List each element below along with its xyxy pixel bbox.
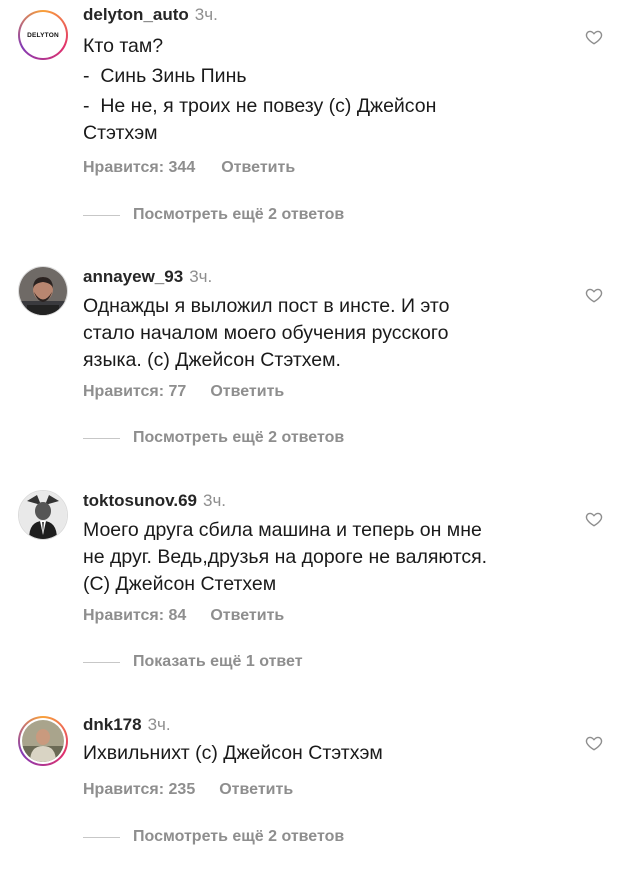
divider-line [83, 661, 120, 663]
heart-icon[interactable] [585, 734, 603, 752]
comment-line: стало началом моего обучения русского [83, 322, 449, 344]
avatar[interactable] [18, 490, 68, 540]
comment-line: (С) Джейсон Стетхем [83, 573, 277, 595]
timestamp: 3ч. [189, 267, 213, 286]
comment-line: Однажды я выложил пост в инсте. И это [83, 295, 450, 317]
comment-actions: Нравится: 235 Ответить [83, 781, 293, 799]
heart-icon[interactable] [585, 28, 603, 46]
username[interactable]: dnk178 [83, 715, 142, 734]
timestamp: 3ч. [147, 715, 171, 734]
avatar-logo-text: DELYTON [27, 31, 59, 39]
username[interactable]: toktosunov.69 [83, 491, 197, 510]
likes-count[interactable]: Нравится: 84 [83, 607, 186, 625]
comment-line: языка. (с) Джейсон Стэтхем. [83, 349, 341, 371]
comment-actions: Нравится: 84 Ответить [83, 607, 284, 625]
avatar-photo [19, 491, 67, 539]
view-replies-button[interactable]: Посмотреть ещё 2 ответов [83, 828, 344, 846]
avatar-photo [19, 267, 67, 315]
likes-count[interactable]: Нравится: 77 [83, 383, 186, 401]
reply-button[interactable]: Ответить [210, 383, 284, 401]
heart-icon[interactable] [585, 510, 603, 528]
comment-line: Ихвильнихт (с) Джейсон Стэтхэм [83, 742, 383, 764]
comment-line: не друг. Ведь,друзья на дороге не валяют… [83, 546, 488, 568]
comment-text: Кто там? - Синь Зинь Пинь - Не не, я тро… [83, 33, 553, 147]
username[interactable]: delyton_auto [83, 5, 189, 24]
view-replies-button[interactable]: Показать ещё 1 ответ [83, 653, 303, 671]
comment-line: Моего друга сбила машина и теперь он мне [83, 519, 482, 541]
likes-count[interactable]: Нравится: 235 [83, 781, 195, 799]
comment-actions: Нравится: 344 Ответить [83, 159, 295, 177]
view-replies-label: Посмотреть ещё 2 ответов [133, 429, 345, 446]
avatar[interactable]: DELYTON [18, 10, 68, 60]
comment-header: annayew_93 3ч. [83, 266, 212, 288]
avatar[interactable] [18, 266, 68, 316]
comment-line: Кто там? [83, 35, 164, 57]
comment-text: Однажды я выложил пост в инсте. И это ст… [83, 293, 553, 374]
comment-actions: Нравится: 77 Ответить [83, 383, 284, 401]
timestamp: 3ч. [202, 491, 227, 510]
reply-button[interactable]: Ответить [210, 607, 284, 625]
reply-button[interactable]: Ответить [219, 781, 293, 799]
avatar-photo [22, 720, 64, 762]
divider-line [83, 437, 120, 439]
view-replies-button[interactable]: Посмотреть ещё 2 ответов [83, 206, 344, 224]
comment-header: toktosunov.69 3ч. [83, 490, 226, 512]
comment-line: - Синь Зинь Пинь [83, 65, 247, 87]
comment-header: delyton_auto 3ч. [83, 4, 218, 26]
comment-text: Ихвильнихт (с) Джейсон Стэтхэм [83, 740, 553, 767]
likes-count[interactable]: Нравится: 344 [83, 159, 195, 177]
view-replies-label: Показать ещё 1 ответ [133, 653, 303, 670]
comment-line: Стэтхэм [83, 122, 158, 144]
reply-button[interactable]: Ответить [221, 159, 295, 177]
heart-icon[interactable] [585, 286, 603, 304]
divider-line [83, 214, 120, 216]
avatar[interactable] [18, 716, 68, 766]
username[interactable]: annayew_93 [83, 267, 183, 286]
view-replies-label: Посмотреть ещё 2 ответов [133, 206, 345, 223]
view-replies-label: Посмотреть ещё 2 ответов [133, 828, 345, 845]
timestamp: 3ч. [194, 5, 218, 24]
comment-header: dnk178 3ч. [83, 714, 171, 736]
comment-text: Моего друга сбила машина и теперь он мне… [83, 517, 553, 598]
divider-line [83, 836, 120, 838]
view-replies-button[interactable]: Посмотреть ещё 2 ответов [83, 429, 344, 447]
comment-line: - Не не, я троих не повезу (с) Джейсон [83, 95, 437, 117]
